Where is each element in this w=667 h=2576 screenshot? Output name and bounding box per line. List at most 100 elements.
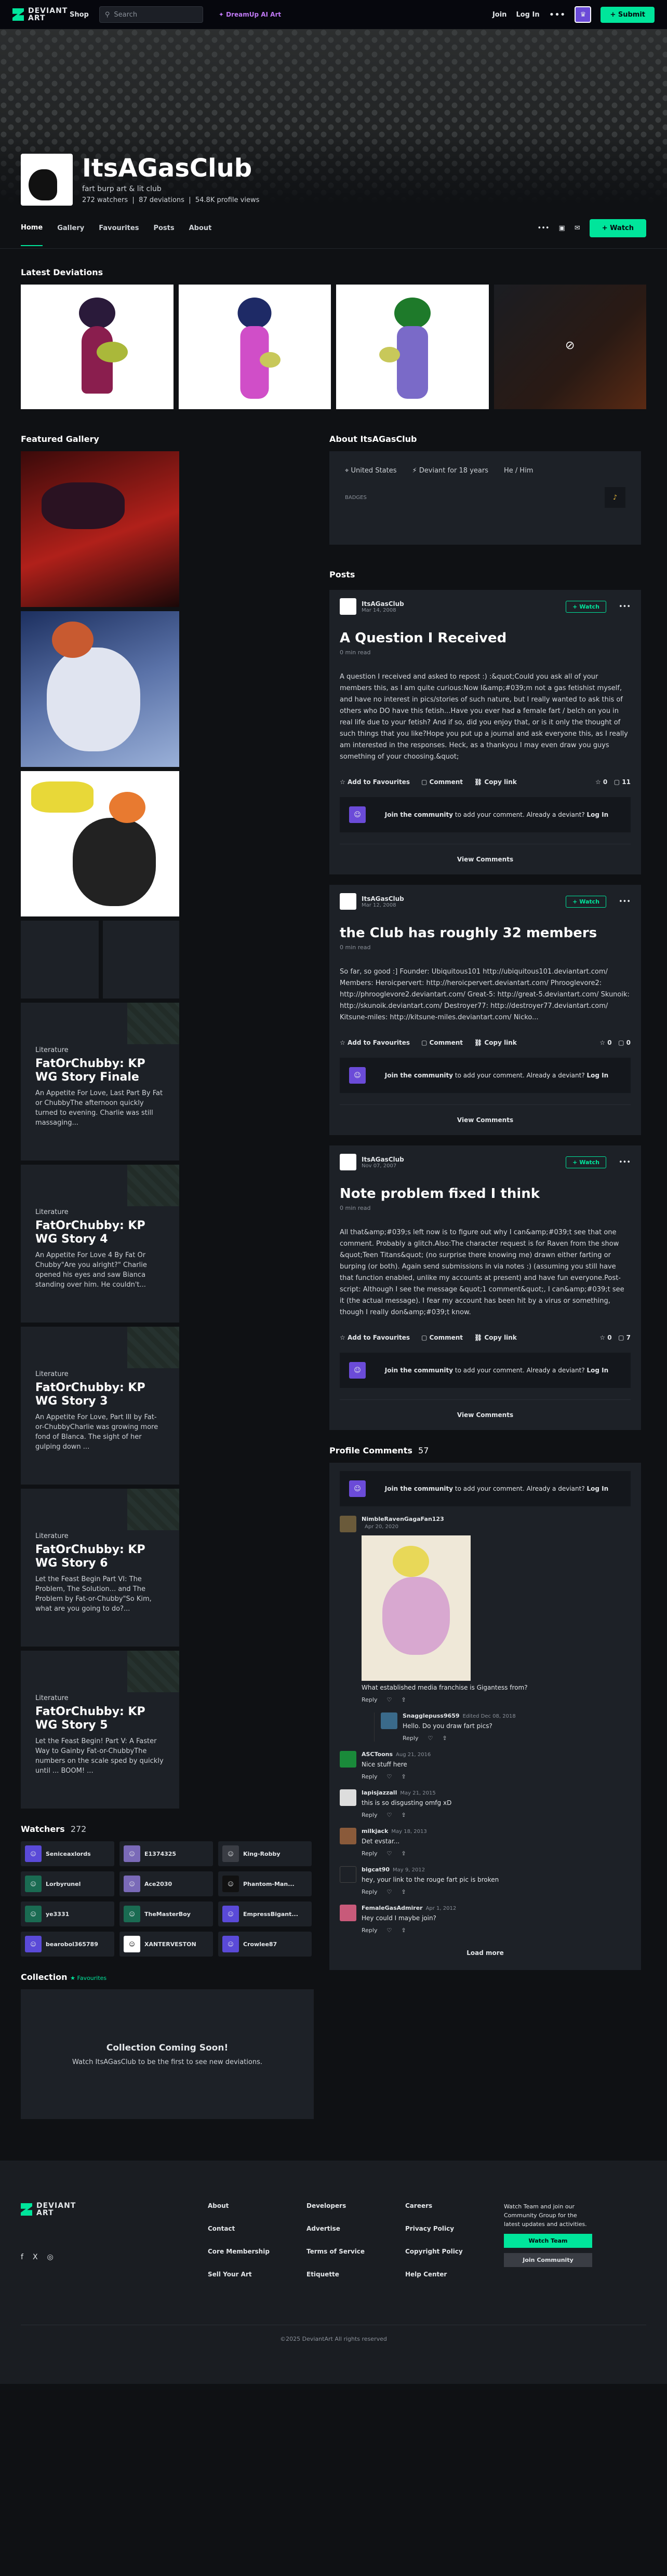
dreamup-link[interactable]: ✦ DreamUp AI Art bbox=[219, 11, 281, 18]
watch-button[interactable]: + Watch bbox=[589, 219, 646, 237]
reply-button[interactable]: Reply bbox=[362, 1889, 377, 1895]
mail-icon[interactable]: ✉ bbox=[575, 224, 580, 232]
literature-card[interactable]: Literature FatOrChubby: KP WG Story 4 An A… bbox=[21, 1165, 179, 1323]
watch-button[interactable]: + Watch bbox=[566, 600, 606, 613]
heart-icon[interactable]: ♡ bbox=[386, 1850, 392, 1857]
watcher-card[interactable]: ☺ Seniceaxlords bbox=[21, 1841, 114, 1866]
share-icon[interactable]: ⇪ bbox=[401, 1812, 406, 1818]
watch-team-button[interactable]: Watch Team bbox=[504, 2234, 592, 2248]
gallery-image[interactable] bbox=[21, 921, 99, 999]
watcher-card[interactable]: ☺ TheMasterBoy bbox=[119, 1901, 213, 1926]
reply-button[interactable]: Reply bbox=[362, 1773, 377, 1780]
avatar[interactable] bbox=[340, 893, 356, 910]
more-icon[interactable]: ••• bbox=[619, 898, 631, 906]
deviation-thumb[interactable] bbox=[21, 285, 174, 409]
reply-button[interactable]: Reply bbox=[362, 1850, 377, 1857]
footer-link[interactable]: Developers bbox=[306, 2202, 405, 2209]
copy-link-button[interactable]: ⛓ Copy link bbox=[474, 1334, 517, 1341]
footer-link[interactable]: Sell Your Art bbox=[208, 2271, 306, 2278]
instagram-icon[interactable]: ◎ bbox=[47, 2253, 54, 2261]
search-input[interactable]: ⚲ Search bbox=[99, 6, 203, 23]
watcher-card[interactable]: ☺ EmpressBigant... bbox=[218, 1901, 312, 1926]
comment-button[interactable]: ▢ Comment bbox=[421, 1039, 463, 1046]
more-icon[interactable]: ••• bbox=[538, 224, 550, 232]
join-link[interactable]: Join bbox=[492, 11, 506, 19]
footer-link[interactable]: Help Center bbox=[405, 2271, 504, 2278]
deviantart-logo[interactable]: DEVIANT ART bbox=[12, 7, 67, 22]
watcher-card[interactable]: ☺ ye3331 bbox=[21, 1901, 114, 1926]
footer-link[interactable]: Terms of Service bbox=[306, 2248, 405, 2255]
tab-about[interactable]: About bbox=[189, 211, 212, 246]
avatar[interactable] bbox=[340, 1154, 356, 1170]
footer-link[interactable]: Contact bbox=[208, 2225, 306, 2232]
heart-icon[interactable]: ♡ bbox=[386, 1927, 392, 1934]
reply-button[interactable]: Reply bbox=[362, 1696, 377, 1703]
reply-button[interactable]: Reply bbox=[362, 1927, 377, 1934]
tab-favourites[interactable]: Favourites bbox=[99, 211, 139, 246]
favourite-button[interactable]: ☆ Add to Favourites bbox=[340, 1334, 410, 1341]
avatar[interactable] bbox=[340, 598, 356, 615]
footer-link[interactable]: Core Membership bbox=[208, 2248, 306, 2255]
submit-button[interactable]: + Submit bbox=[601, 6, 655, 23]
heart-icon[interactable]: ♡ bbox=[428, 1735, 433, 1742]
deviation-thumb[interactable] bbox=[336, 285, 489, 409]
copy-link-button[interactable]: ⛓ Copy link bbox=[474, 778, 517, 786]
facebook-icon[interactable]: f bbox=[21, 2253, 23, 2261]
footer-link[interactable]: Copyright Policy bbox=[405, 2248, 504, 2255]
watcher-card[interactable]: ☺ Ace2030 bbox=[119, 1871, 213, 1896]
login-link[interactable]: Log In bbox=[516, 11, 539, 19]
shop-link[interactable]: Shop bbox=[70, 11, 89, 19]
share-icon[interactable]: ⇪ bbox=[401, 1927, 406, 1934]
deviantart-logo[interactable]: DEVIANT ART bbox=[21, 2202, 208, 2217]
gallery-image[interactable] bbox=[21, 611, 179, 767]
tab-home[interactable]: Home bbox=[21, 210, 43, 246]
literature-card[interactable]: Literature FatOrChubby: KP WG Story 5 Let … bbox=[21, 1651, 179, 1809]
reply-button[interactable]: Reply bbox=[362, 1812, 377, 1818]
avatar[interactable] bbox=[21, 154, 73, 206]
view-comments-button[interactable]: View Comments bbox=[340, 844, 631, 866]
literature-card[interactable]: Literature FatOrChubby: KP WG Story 3 An A… bbox=[21, 1327, 179, 1485]
literature-card[interactable]: Literature FatOrChubby: KP WG Story 6 Let … bbox=[21, 1489, 179, 1647]
gift-icon[interactable]: ▣ bbox=[559, 224, 565, 232]
join-community-button[interactable]: Join Community bbox=[504, 2253, 592, 2267]
share-icon[interactable]: ⇪ bbox=[401, 1696, 406, 1703]
reply-button[interactable]: Reply bbox=[403, 1735, 418, 1742]
watcher-card[interactable]: ☺ XANTERVESTON bbox=[119, 1932, 213, 1957]
footer-link[interactable]: Etiquette bbox=[306, 2271, 405, 2278]
gallery-image[interactable] bbox=[103, 921, 179, 999]
deviation-thumb[interactable] bbox=[178, 285, 331, 409]
footer-link[interactable]: About bbox=[208, 2202, 306, 2209]
tab-gallery[interactable]: Gallery bbox=[57, 211, 84, 246]
heart-icon[interactable]: ♡ bbox=[386, 1773, 392, 1780]
more-icon[interactable]: ••• bbox=[549, 9, 566, 20]
watcher-card[interactable]: ☺ Crowlee87 bbox=[218, 1932, 312, 1957]
heart-icon[interactable]: ♡ bbox=[386, 1889, 392, 1895]
watcher-card[interactable]: ☺ Phantom-Man... bbox=[218, 1871, 312, 1896]
watcher-card[interactable]: ☺ bearobol365789 bbox=[21, 1932, 114, 1957]
comment-button[interactable]: ▢ Comment bbox=[421, 778, 463, 786]
watcher-card[interactable]: ☺ King-Robby bbox=[218, 1841, 312, 1866]
badge-icon[interactable]: ♪ bbox=[605, 487, 625, 508]
copy-link-button[interactable]: ⛓ Copy link bbox=[474, 1039, 517, 1046]
core-icon[interactable]: ♛ bbox=[575, 6, 592, 23]
heart-icon[interactable]: ♡ bbox=[386, 1812, 392, 1818]
footer-link[interactable]: Advertise bbox=[306, 2225, 405, 2232]
x-icon[interactable]: X bbox=[33, 2253, 38, 2261]
favourite-button[interactable]: ☆ Add to Favourites bbox=[340, 1039, 410, 1046]
watch-button[interactable]: + Watch bbox=[566, 1156, 606, 1168]
gallery-image[interactable] bbox=[21, 451, 179, 607]
view-comments-button[interactable]: View Comments bbox=[340, 1104, 631, 1127]
view-comments-button[interactable]: View Comments bbox=[340, 1399, 631, 1422]
gallery-image[interactable] bbox=[21, 771, 179, 916]
more-icon[interactable]: ••• bbox=[619, 603, 631, 611]
more-icon[interactable]: ••• bbox=[619, 1158, 631, 1166]
share-icon[interactable]: ⇪ bbox=[442, 1735, 447, 1742]
load-more-button[interactable]: Load more bbox=[340, 1934, 631, 1962]
watcher-card[interactable]: ☺ Lorbyrunel bbox=[21, 1871, 114, 1896]
watcher-card[interactable]: ☺ E1374325 bbox=[119, 1841, 213, 1866]
share-icon[interactable]: ⇪ bbox=[401, 1773, 406, 1780]
comment-image[interactable] bbox=[362, 1535, 471, 1681]
footer-link[interactable]: Careers bbox=[405, 2202, 504, 2209]
heart-icon[interactable]: ♡ bbox=[386, 1696, 392, 1703]
share-icon[interactable]: ⇪ bbox=[401, 1850, 406, 1857]
